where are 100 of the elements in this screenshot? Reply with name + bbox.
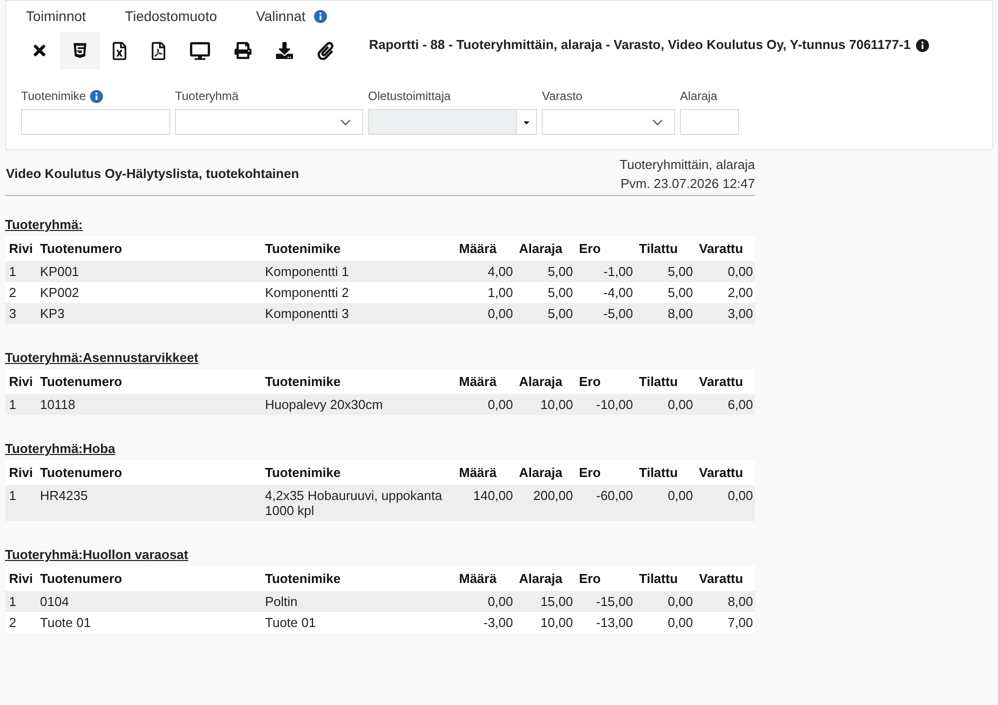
spreadsheet-file-icon	[112, 42, 127, 60]
column-header: Ero	[575, 566, 635, 591]
table-cell: 2	[5, 282, 36, 303]
table-cell: 15,00	[515, 591, 575, 612]
table-cell: 2	[5, 612, 36, 633]
table-cell: 0,00	[695, 485, 755, 521]
table-cell: KP002	[36, 282, 261, 303]
download-icon	[276, 42, 293, 59]
table-cell: 0,00	[455, 303, 515, 324]
table-cell: 4,2x35 Hobauruuvi, uppokanta 1000 kpl	[261, 485, 455, 521]
menu-item[interactable]: Tiedostomuoto	[124, 7, 218, 25]
report-date: Pvm. 23.07.2026 12:47	[620, 175, 755, 193]
table-cell: 0,00	[635, 612, 695, 633]
table-cell: 2,00	[695, 282, 755, 303]
field-label: Alaraja	[680, 88, 718, 104]
column-header: Tuotenumero	[36, 460, 261, 485]
column-header: Määrä	[455, 369, 515, 394]
input-field[interactable]	[680, 109, 739, 135]
column-header: Ero	[575, 460, 635, 485]
table-cell: 0,00	[635, 591, 695, 612]
field-label: Tuoteryhmä	[175, 88, 239, 104]
column-header: Rivi	[5, 460, 36, 485]
menu-item[interactable]: Toiminnot	[26, 7, 86, 25]
table-cell: -5,00	[575, 303, 635, 324]
menu-item[interactable]: Valinnat	[256, 7, 306, 25]
table-cell: 0,00	[695, 261, 755, 282]
table-cell: 5,00	[515, 261, 575, 282]
table-cell: 7,00	[695, 612, 755, 633]
column-header: Ero	[575, 369, 635, 394]
table-cell: -13,00	[575, 612, 635, 633]
table-cell: 1	[5, 394, 36, 415]
paperclip-icon	[317, 42, 334, 60]
table-cell: 6,00	[695, 394, 755, 415]
html-export-button[interactable]	[60, 32, 100, 69]
field-label: Tuotenimike	[21, 88, 86, 104]
table-cell: -60,00	[575, 485, 635, 521]
group-title: Tuoteryhmä:	[5, 216, 83, 234]
table-cell: -4,00	[575, 282, 635, 303]
column-header: Tuotenimike	[261, 236, 455, 261]
select-field[interactable]	[542, 109, 675, 135]
column-header: Tuotenumero	[36, 236, 261, 261]
column-header: Ero	[575, 236, 635, 261]
table-cell: 10,00	[515, 612, 575, 633]
table-cell: 3	[5, 303, 36, 324]
column-header: Tilattu	[635, 460, 695, 485]
table-cell: 5,00	[515, 303, 575, 324]
group-title: Tuoteryhmä:Hoba	[5, 440, 116, 458]
table-cell: 0,00	[635, 394, 695, 415]
column-header: Tuotenimike	[261, 460, 455, 485]
column-header: Alaraja	[515, 369, 575, 394]
table-cell: -15,00	[575, 591, 635, 612]
table-cell: 1	[5, 591, 36, 612]
column-header: Määrä	[455, 236, 515, 261]
column-header: Varattu	[695, 236, 755, 261]
field-label: Varasto	[542, 88, 582, 104]
report-heading: Video Koulutus Oy-Hälytyslista, tuotekohtainen	[5, 165, 300, 184]
table-cell: KP3	[36, 303, 261, 324]
column-header: Alaraja	[515, 460, 575, 485]
table-cell: 5,00	[635, 261, 695, 282]
column-header: Tilattu	[635, 369, 695, 394]
column-header: Määrä	[455, 460, 515, 485]
column-header: Tuotenimike	[261, 566, 455, 591]
printer-icon	[234, 42, 252, 59]
table-cell: -10,00	[575, 394, 635, 415]
column-header: Rivi	[5, 566, 36, 591]
table-cell: 0,00	[455, 394, 515, 415]
table-cell: KP001	[36, 261, 261, 282]
table-cell: 3,00	[695, 303, 755, 324]
column-header: Rivi	[5, 369, 36, 394]
select-field[interactable]	[175, 109, 363, 135]
table-cell: 1,00	[455, 282, 515, 303]
table-cell: 8,00	[635, 303, 695, 324]
field-label: Oletustoimittaja	[368, 88, 451, 104]
table-cell: -1,00	[575, 261, 635, 282]
table-cell: 140,00	[455, 485, 515, 521]
html-icon	[72, 42, 88, 59]
column-header: Varattu	[695, 369, 755, 394]
column-header: Tuotenumero	[36, 369, 261, 394]
report-title: Raportti - 88 - Tuoteryhmittäin, alaraja - Varasto, Video Koulutus Oy, Y-tunnus 7061177-1	[369, 37, 911, 53]
table-cell: Huopalevy 20x30cm	[261, 394, 455, 415]
report-grouping: Tuoteryhmittäin, alaraja	[620, 156, 755, 174]
column-header: Tuotenimike	[261, 369, 455, 394]
table-cell: 200,00	[515, 485, 575, 521]
table-cell: 10118	[36, 394, 261, 415]
table-cell: 1	[5, 485, 36, 521]
column-header: Alaraja	[515, 236, 575, 261]
column-header: Tilattu	[635, 566, 695, 591]
column-header: Määrä	[455, 566, 515, 591]
column-header: Varattu	[695, 566, 755, 591]
table-cell: 0,00	[635, 485, 695, 521]
table-cell: HR4235	[36, 485, 261, 521]
table-cell: -3,00	[455, 612, 515, 633]
close-icon	[31, 42, 48, 59]
pdf-file-icon	[151, 42, 166, 60]
table-cell: Komponentti 2	[261, 282, 455, 303]
input-field[interactable]	[21, 109, 170, 135]
table-cell: 8,00	[695, 591, 755, 612]
table-cell: Poltin	[261, 591, 455, 612]
table-cell: Komponentti 3	[261, 303, 455, 324]
monitor-icon	[190, 42, 210, 60]
